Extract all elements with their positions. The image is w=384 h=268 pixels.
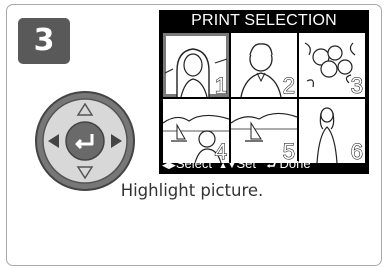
lcd-footer: ◀▶Select ▲▼Set ⮐ Done xyxy=(160,155,368,173)
left-right-arrows-icon: ◀▶ xyxy=(162,160,176,170)
select-label: Select xyxy=(175,156,212,171)
thumbnail-5[interactable]: 5 xyxy=(231,99,297,163)
thumbnail-1[interactable]: 1 xyxy=(163,33,229,97)
thumbnail-number: 3 xyxy=(350,73,363,98)
enter-icon: ⮐ xyxy=(266,159,277,171)
thumbnail-2[interactable]: 2 xyxy=(231,33,297,97)
camera-lcd-screen: PRINT SELECTION 1 2 3 4 5 6 ◀▶Select ▲▼S… xyxy=(159,10,369,174)
thumbnail-3[interactable]: 3 xyxy=(299,33,365,97)
done-label: Done xyxy=(279,156,311,171)
thumbnail-6[interactable]: 6 xyxy=(299,99,365,163)
instruction-caption: Highlight picture. xyxy=(120,181,264,200)
ok-button xyxy=(65,121,105,161)
lcd-title: PRINT SELECTION xyxy=(191,12,337,29)
thumbnail-number: 2 xyxy=(282,73,295,98)
multi-selector-icon xyxy=(35,91,135,191)
up-down-arrows-icon: ▲▼ xyxy=(218,160,237,170)
step-number-badge: 3 xyxy=(18,18,70,64)
page: 3 PRINT SELECTION 1 2 3 4 5 6 ◀▶Select ▲… xyxy=(0,0,384,268)
thumbnail-4[interactable]: 4 xyxy=(163,99,229,163)
thumbnail-number: 1 xyxy=(214,73,227,98)
set-label: Set xyxy=(236,156,256,171)
